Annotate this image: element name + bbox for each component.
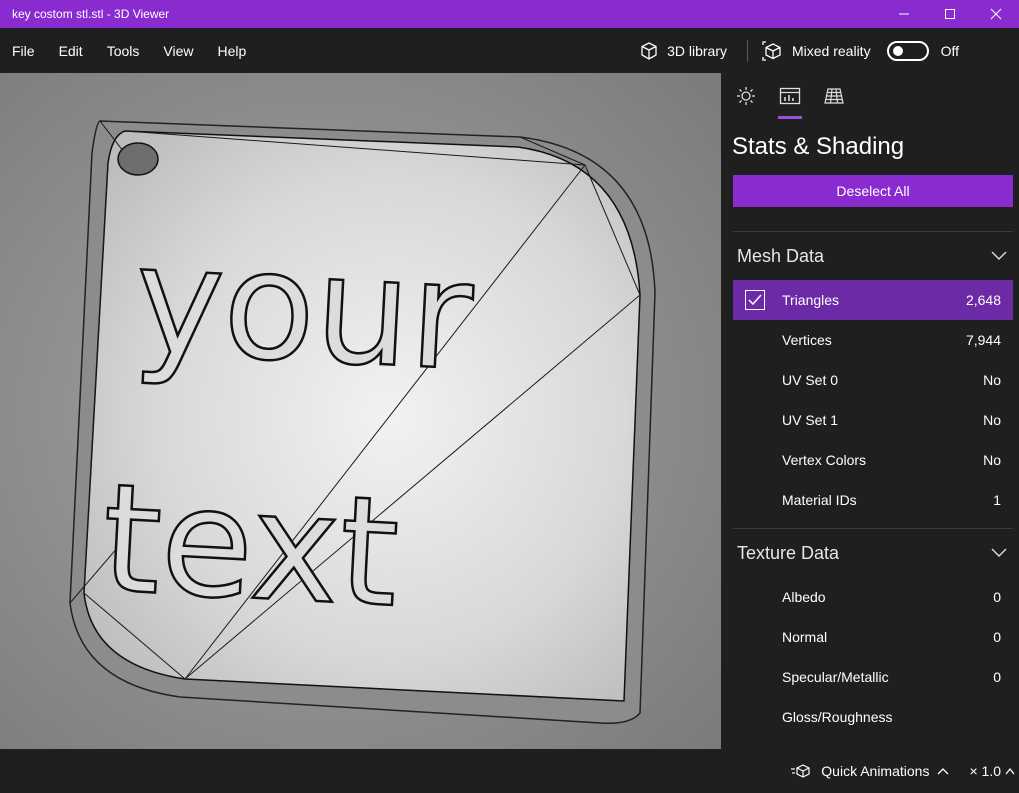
stat-value: 2,648: [965, 292, 1001, 308]
model-render: your text: [0, 73, 721, 749]
maximize-icon: [945, 9, 955, 19]
menu-view[interactable]: View: [151, 28, 205, 73]
menu-file[interactable]: File: [0, 28, 47, 73]
animation-cube-icon: [791, 764, 810, 778]
menu-edit[interactable]: Edit: [47, 28, 95, 73]
minimize-icon: [899, 13, 909, 15]
mixed-reality-button[interactable]: Mixed reality: [754, 28, 881, 73]
stat-row-triangles[interactable]: Triangles 2,648: [733, 280, 1013, 320]
3d-library-label: 3D library: [667, 42, 727, 59]
chevron-up-icon: [938, 768, 949, 775]
minimize-button[interactable]: [881, 0, 927, 28]
stat-label: Vertex Colors: [782, 452, 867, 468]
stat-label: Triangles: [782, 292, 840, 308]
stat-value: 1: [993, 492, 1001, 508]
stats-panel: Stats & Shading Deselect All Mesh Data T…: [721, 73, 1019, 749]
panel-tabs: [721, 73, 1019, 119]
quick-animations-label: Quick Animations: [821, 763, 930, 779]
stat-row-normal[interactable]: Normal 0: [733, 617, 1013, 657]
keyring-hole: [117, 142, 159, 176]
stat-value: No: [983, 412, 1001, 428]
model-text-line2: text: [98, 452, 403, 641]
menu-bar: File Edit Tools View Help 3D library Mix…: [0, 28, 1019, 73]
tab-grid-view[interactable]: [819, 73, 849, 119]
stat-row-gloss-roughness[interactable]: Gloss/Roughness: [733, 697, 1013, 737]
stat-label: Albedo: [782, 589, 826, 605]
mesh-data-title: Mesh Data: [737, 245, 825, 266]
chevron-up-icon: [1005, 767, 1015, 775]
status-bar: Quick Animations × 1.0: [0, 749, 1019, 793]
stat-value: 0: [993, 669, 1001, 685]
stat-label: Normal: [782, 629, 828, 645]
3d-viewport[interactable]: your text: [0, 73, 721, 749]
chevron-down-icon: [991, 548, 1007, 557]
toolbar-separator: [746, 39, 748, 62]
stat-row-uv-set-0[interactable]: UV Set 0 No: [733, 360, 1013, 400]
stat-row-vertex-colors[interactable]: Vertex Colors No: [733, 440, 1013, 480]
model-text-line1: your: [131, 213, 477, 404]
panel-title: Stats & Shading: [732, 133, 905, 160]
window-title: key costom stl.stl - 3D Viewer: [12, 7, 170, 21]
stat-row-vertices[interactable]: Vertices 7,944: [733, 320, 1013, 360]
stat-value: No: [983, 452, 1001, 468]
texture-data-header[interactable]: Texture Data: [721, 529, 1019, 577]
mixed-reality-toggle[interactable]: [886, 40, 929, 61]
quick-animations-button[interactable]: Quick Animations: [791, 763, 969, 779]
stat-value: 7,944: [965, 332, 1001, 348]
triangles-checkbox[interactable]: [745, 290, 765, 310]
close-button[interactable]: [973, 0, 1019, 28]
stat-row-uv-set-1[interactable]: UV Set 1 No: [733, 400, 1013, 440]
stat-row-albedo[interactable]: Albedo 0: [733, 577, 1013, 617]
stat-label: Specular/Metallic: [782, 669, 889, 685]
playback-speed[interactable]: × 1.0: [969, 763, 1019, 779]
stat-row-material-ids[interactable]: Material IDs 1: [733, 480, 1013, 520]
mesh-data-header[interactable]: Mesh Data: [721, 232, 1019, 280]
stat-value: No: [983, 372, 1001, 388]
stat-label: Material IDs: [782, 492, 857, 508]
texture-data-title: Texture Data: [737, 542, 840, 563]
grid-icon: [824, 88, 844, 104]
stat-value: 0: [993, 629, 1001, 645]
close-icon: [990, 8, 1002, 20]
deselect-all-button[interactable]: Deselect All: [733, 175, 1013, 207]
sun-icon: [737, 87, 755, 105]
toggle-state-label: Off: [940, 42, 959, 59]
stat-label: Vertices: [782, 332, 832, 348]
stat-label: UV Set 1: [782, 412, 839, 428]
stat-label: Gloss/Roughness: [782, 709, 893, 725]
title-bar: key costom stl.stl - 3D Viewer: [0, 0, 1019, 28]
menu-tools[interactable]: Tools: [95, 28, 152, 73]
mixed-reality-label: Mixed reality: [791, 42, 871, 59]
stats-icon: [779, 87, 801, 105]
stat-label: UV Set 0: [782, 372, 839, 388]
3d-library-button[interactable]: 3D library: [625, 28, 741, 73]
menu-help[interactable]: Help: [205, 28, 258, 73]
speed-label: × 1.0: [969, 763, 1001, 779]
mixed-reality-icon: [762, 40, 781, 61]
stat-value: 0: [993, 589, 1001, 605]
chevron-down-icon: [991, 251, 1007, 260]
check-icon: [748, 294, 762, 306]
cube-icon: [641, 41, 657, 60]
toggle-knob: [892, 45, 903, 56]
tab-lighting[interactable]: [731, 73, 761, 119]
tab-stats-shading[interactable]: [775, 73, 805, 119]
maximize-button[interactable]: [927, 0, 973, 28]
stat-row-specular-metallic[interactable]: Specular/Metallic 0: [733, 657, 1013, 697]
